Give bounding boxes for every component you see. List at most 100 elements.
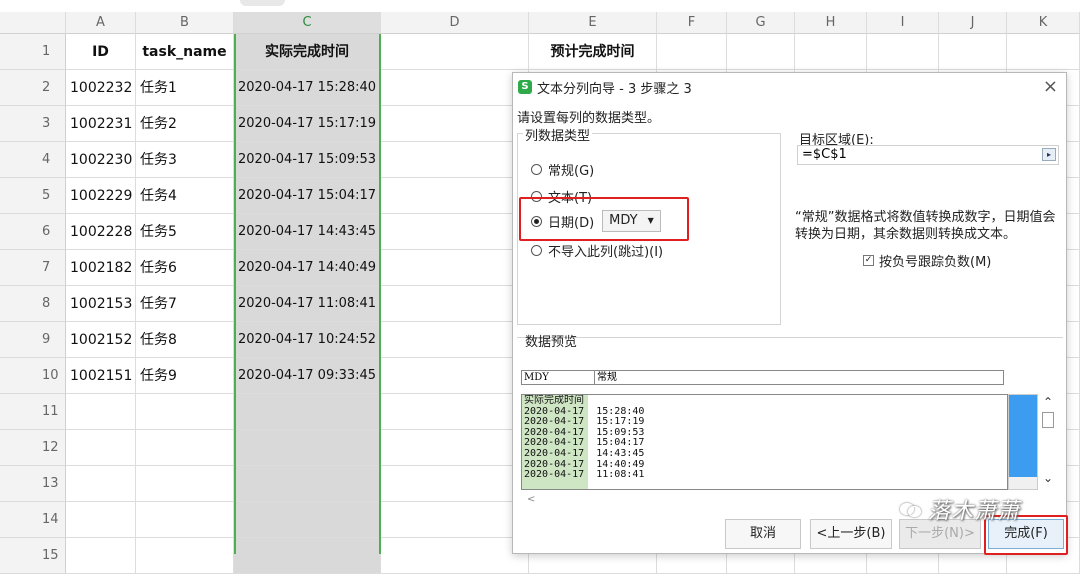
cell-b3[interactable]: 任务2	[136, 106, 234, 142]
radio-skip[interactable]: 不导入此列(跳过)(I)	[531, 241, 663, 260]
cell-b1[interactable]: task_name	[136, 34, 234, 70]
row-header[interactable]: 6	[0, 214, 66, 250]
cell-f1[interactable]	[657, 34, 727, 70]
row-header[interactable]: 7	[0, 250, 66, 286]
preview-header-general[interactable]: 常规	[594, 371, 617, 384]
cell-b9[interactable]: 任务8	[136, 322, 234, 358]
cell-a8[interactable]: 1002153	[66, 286, 136, 322]
range-picker-icon[interactable]: ▸	[1042, 148, 1056, 161]
cell-a14[interactable]	[66, 502, 136, 538]
radio-text[interactable]: 文本(T)	[531, 187, 592, 206]
cell-a11[interactable]	[66, 394, 136, 430]
cell-c10[interactable]: 2020-04-17 09:33:45	[234, 358, 381, 394]
cell-c3[interactable]: 2020-04-17 15:17:19	[234, 106, 381, 142]
cell-b4[interactable]: 任务3	[136, 142, 234, 178]
cell-c7[interactable]: 2020-04-17 14:40:49	[234, 250, 381, 286]
cell-b14[interactable]	[136, 502, 234, 538]
cell-c2[interactable]: 2020-04-17 15:28:40	[234, 70, 381, 106]
column-header-k[interactable]: K	[1007, 12, 1080, 34]
radio-general[interactable]: 常规(G)	[531, 160, 594, 179]
row-header[interactable]: 5	[0, 178, 66, 214]
scroll-track-box[interactable]	[1042, 412, 1054, 428]
cell-j1[interactable]	[939, 34, 1007, 70]
cell-c8[interactable]: 2020-04-17 11:08:41	[234, 286, 381, 322]
cell-b2[interactable]: 任务1	[136, 70, 234, 106]
radio-text-icon[interactable]	[531, 191, 542, 202]
cell-b13[interactable]	[136, 466, 234, 502]
cell-g1[interactable]	[727, 34, 795, 70]
cell-a5[interactable]: 1002229	[66, 178, 136, 214]
cell-d13[interactable]	[381, 466, 529, 502]
cell-d8[interactable]	[381, 286, 529, 322]
cell-a13[interactable]	[66, 466, 136, 502]
cell-c11[interactable]	[234, 394, 381, 430]
cell-d11[interactable]	[381, 394, 529, 430]
cell-e1[interactable]: 预计完成时间	[529, 34, 657, 70]
cell-a15[interactable]	[66, 538, 136, 574]
cell-a12[interactable]	[66, 430, 136, 466]
cell-d15[interactable]	[381, 538, 529, 574]
cell-d10[interactable]	[381, 358, 529, 394]
cell-b5[interactable]: 任务4	[136, 178, 234, 214]
cell-b6[interactable]: 任务5	[136, 214, 234, 250]
dialog-titlebar[interactable]: S 文本分列向导 - 3 步骤之 3 ×	[513, 73, 1066, 101]
column-header-h[interactable]: H	[795, 12, 867, 34]
row-header[interactable]: 4	[0, 142, 66, 178]
column-header-j[interactable]: J	[939, 12, 1007, 34]
column-header-e[interactable]: E	[529, 12, 657, 34]
select-all-corner[interactable]	[0, 12, 66, 34]
cell-d5[interactable]	[381, 178, 529, 214]
column-header-c[interactable]: C	[234, 12, 381, 34]
cancel-button[interactable]: 取消	[725, 519, 801, 549]
cell-k1[interactable]	[1007, 34, 1080, 70]
radio-skip-icon[interactable]	[531, 245, 542, 256]
cell-d7[interactable]	[381, 250, 529, 286]
cell-a3[interactable]: 1002231	[66, 106, 136, 142]
cell-c15[interactable]	[234, 538, 381, 574]
column-header-f[interactable]: F	[657, 12, 727, 34]
negative-tracking-checkbox[interactable]: ✓ 按负号跟踪负数(M)	[863, 251, 991, 270]
cell-b12[interactable]	[136, 430, 234, 466]
preview-header-mdy[interactable]: MDY	[524, 371, 549, 384]
row-header[interactable]: 13	[0, 466, 66, 502]
row-header[interactable]: 1	[0, 34, 66, 70]
prev-button[interactable]: <上一步(B)	[810, 519, 892, 549]
cell-c5[interactable]: 2020-04-17 15:04:17	[234, 178, 381, 214]
cell-d12[interactable]	[381, 430, 529, 466]
cell-c1[interactable]: 实际完成时间	[234, 34, 381, 70]
radio-general-icon[interactable]	[531, 164, 542, 175]
scroll-down-icon[interactable]: ⌄	[1043, 471, 1053, 485]
cell-b11[interactable]	[136, 394, 234, 430]
cell-b15[interactable]	[136, 538, 234, 574]
cell-b8[interactable]: 任务7	[136, 286, 234, 322]
cell-b7[interactable]: 任务6	[136, 250, 234, 286]
column-header-a[interactable]: A	[66, 12, 136, 34]
cell-b10[interactable]: 任务9	[136, 358, 234, 394]
cell-c13[interactable]	[234, 466, 381, 502]
column-header-g[interactable]: G	[727, 12, 795, 34]
row-header[interactable]: 12	[0, 430, 66, 466]
date-format-select[interactable]: MDY ▼	[602, 210, 661, 232]
cell-c12[interactable]	[234, 430, 381, 466]
cell-a4[interactable]: 1002230	[66, 142, 136, 178]
cell-d3[interactable]	[381, 106, 529, 142]
close-icon[interactable]: ×	[1043, 76, 1058, 97]
cell-a2[interactable]: 1002232	[66, 70, 136, 106]
radio-date-icon[interactable]	[531, 215, 542, 227]
row-header[interactable]: 8	[0, 286, 66, 322]
row-header[interactable]: 3	[0, 106, 66, 142]
row-header[interactable]: 15	[0, 538, 66, 574]
cell-d6[interactable]	[381, 214, 529, 250]
cell-d2[interactable]	[381, 70, 529, 106]
preview-data-box[interactable]: 实际完成时间 2020-04-17 15:28:40 2020-04-17 15:1…	[521, 394, 1008, 490]
cell-c9[interactable]: 2020-04-17 10:24:52	[234, 322, 381, 358]
cell-a10[interactable]: 1002151	[66, 358, 136, 394]
row-header[interactable]: 11	[0, 394, 66, 430]
cell-i1[interactable]	[867, 34, 939, 70]
cell-c14[interactable]	[234, 502, 381, 538]
cell-a9[interactable]: 1002152	[66, 322, 136, 358]
row-header[interactable]: 10	[0, 358, 66, 394]
row-header[interactable]: 14	[0, 502, 66, 538]
row-header[interactable]: 2	[0, 70, 66, 106]
cell-d9[interactable]	[381, 322, 529, 358]
